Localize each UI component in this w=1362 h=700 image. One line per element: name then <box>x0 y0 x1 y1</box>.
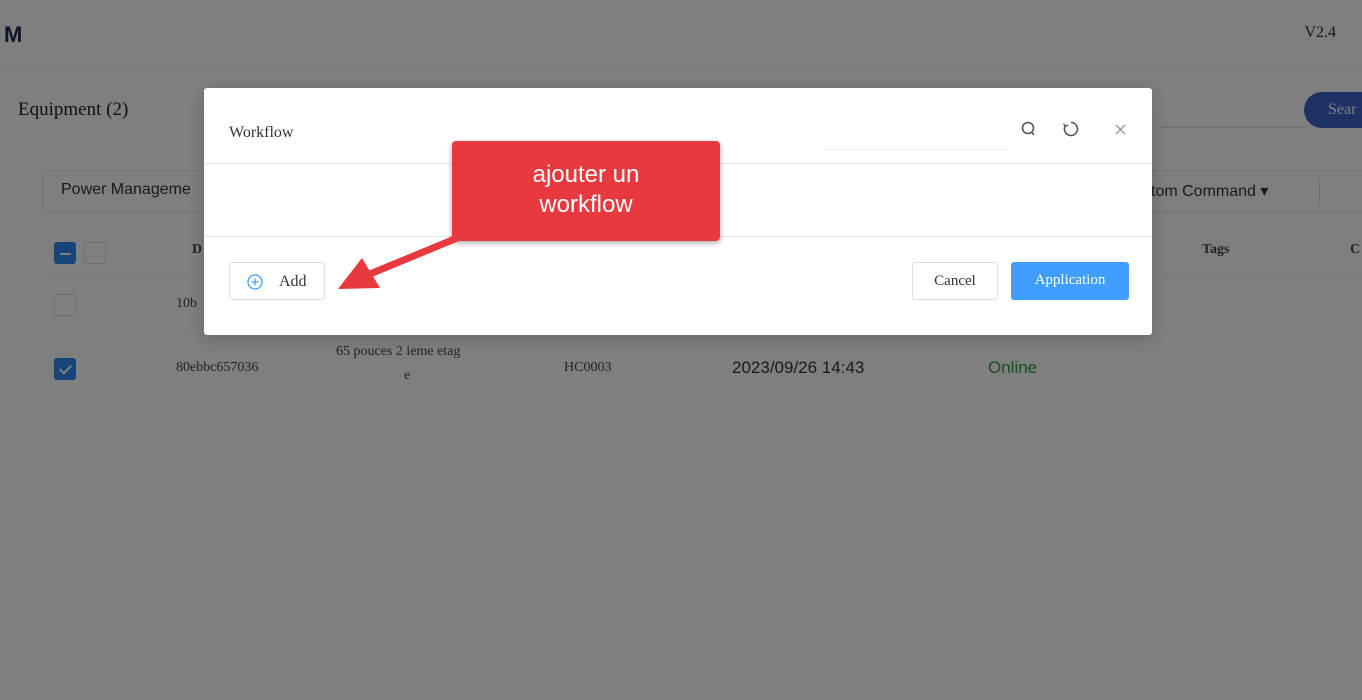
add-button-label: Add <box>279 273 307 290</box>
application-button[interactable]: Application <box>1011 262 1129 300</box>
callout-text: ajouter un workflow <box>452 160 720 220</box>
plus-circle-icon <box>246 273 264 296</box>
dialog-title: Workflow <box>229 124 294 141</box>
cancel-button[interactable]: Cancel <box>912 262 998 300</box>
callout-line-1: ajouter un <box>532 161 640 188</box>
callout-line-2: workflow <box>539 191 633 218</box>
close-icon[interactable] <box>1110 118 1132 140</box>
workflow-search-input[interactable] <box>826 114 1006 150</box>
search-icon[interactable] <box>1018 118 1040 140</box>
refresh-icon[interactable] <box>1060 118 1082 140</box>
add-workflow-button[interactable]: Add <box>229 262 325 300</box>
annotation-callout: ajouter un workflow <box>452 141 720 241</box>
